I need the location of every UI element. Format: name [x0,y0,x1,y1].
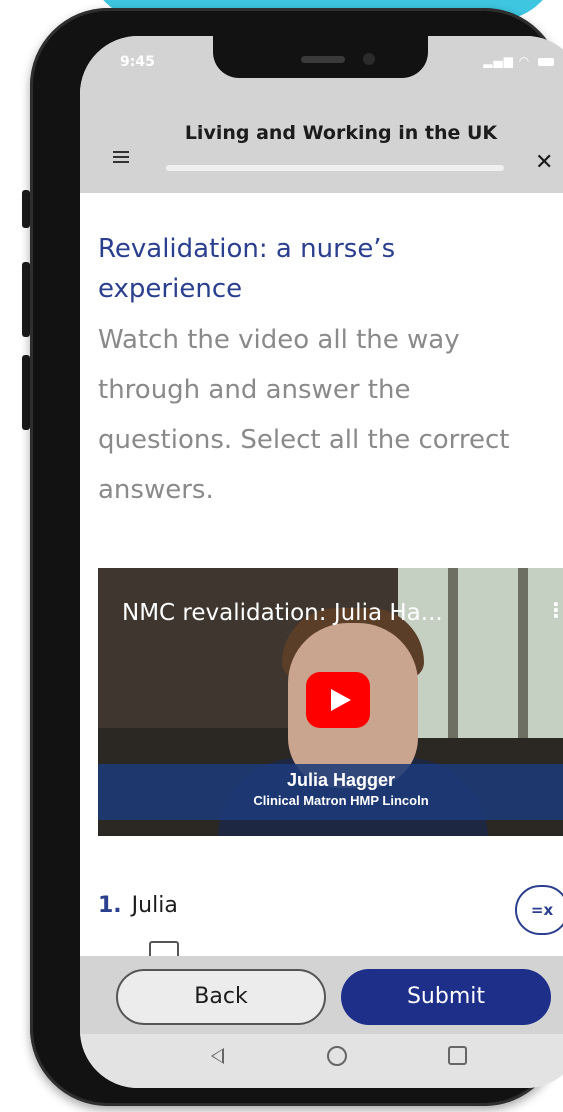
status-bar: 9:45 ▂▄▆ ◠ [80,36,563,88]
phone-volume-down-button [22,355,30,430]
hamburger-menu-icon[interactable] [111,148,131,164]
signal-icon: ▂▄▆ [483,54,514,68]
phone-side-button [22,190,30,228]
course-title: Living and Working in the UK [184,122,498,144]
question-item: 1. Julia [98,893,178,918]
phone-frame: 9:45 ▂▄▆ ◠ Living and Working in the UK … [30,8,563,1106]
nav-home-icon[interactable] [327,1046,347,1066]
app-header: Living and Working in the UK ✕ [80,88,563,193]
video-more-options-icon[interactable]: ⋮ [546,598,563,622]
phone-screen: 9:45 ▂▄▆ ◠ Living and Working in the UK … [80,36,563,1088]
activity-content: Revalidation: a nurse’s experience Watch… [80,193,563,963]
submit-button[interactable]: Submit [341,969,551,1025]
youtube-play-icon[interactable] [306,672,370,728]
nav-recents-icon[interactable] [448,1046,467,1065]
wifi-icon: ◠ [518,54,531,68]
phone-volume-up-button [22,262,30,337]
answer-list-icon[interactable]: =x [515,885,563,935]
video-caption-role: Clinical Matron HMP Lincoln [253,793,429,808]
question-text: Julia [131,893,178,918]
video-title[interactable]: NMC revalidation: Julia Ha... [122,600,522,626]
nav-back-icon[interactable] [211,1048,224,1064]
camera-notch [213,36,428,78]
android-nav-bar [80,1034,563,1088]
instructions-text: Watch the video all the way through and … [98,325,510,505]
video-caption-name: Julia Hagger [286,770,396,790]
close-icon[interactable]: ✕ [535,150,553,175]
course-progress-bar [166,165,504,171]
video-player[interactable]: NMC revalidation: Julia Ha... ⋮ Julia Ha… [98,568,563,836]
status-time: 9:45 [120,54,155,70]
action-bar: Back Submit [80,956,563,1034]
front-camera [363,53,375,65]
back-button[interactable]: Back [116,969,326,1025]
video-caption-banner: Julia Hagger Clinical Matron HMP Lincoln [98,764,563,820]
question-number: 1. [98,893,122,918]
speaker-grille [301,56,345,63]
status-icons: ▂▄▆ ◠ [483,54,554,68]
battery-icon [538,57,554,66]
page-title: Revalidation: a nurse’s experience [98,234,396,304]
